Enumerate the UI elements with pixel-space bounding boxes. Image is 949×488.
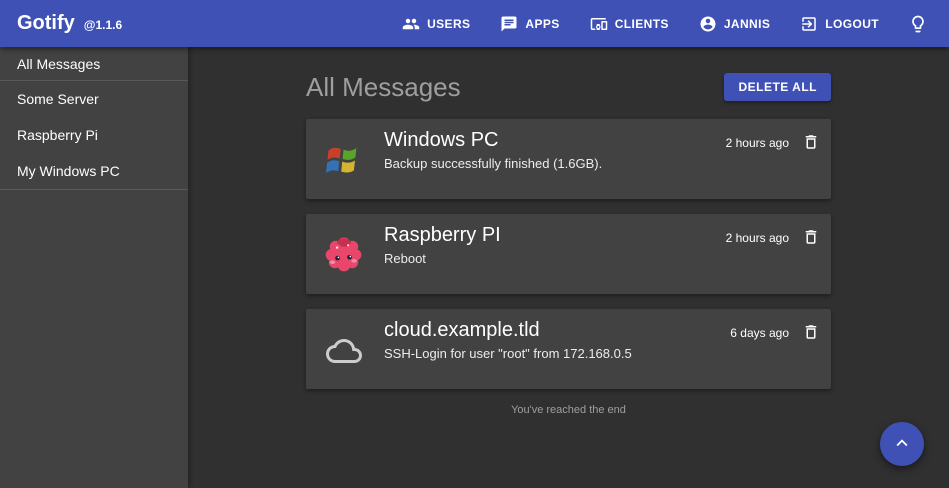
trash-icon [802,228,820,249]
trash-icon [802,133,820,154]
delete-message-button[interactable] [801,323,821,343]
message-text-block: cloud.example.tld SSH-Login for user "ro… [384,318,632,363]
message-card-windows-pc: Windows PC Backup successfully finished … [306,119,831,199]
nav-logout[interactable]: LOGOUT [800,15,879,33]
top-app-bar: Gotify @1.1.6 USERS APPS CLIENTS JANNIS … [0,0,949,47]
theme-toggle-button[interactable] [905,11,931,37]
delete-message-button[interactable] [801,133,821,153]
sidebar-item-some-server[interactable]: Some Server [0,81,188,117]
chevron-up-icon [891,432,913,457]
message-card-raspberry-pi: Raspberry PI Reboot 2 hours ago [306,214,831,294]
cloud-icon [322,327,366,371]
sidebar-item-label: My Windows PC [17,163,120,179]
end-of-list-text: You've reached the end [306,404,831,416]
message-title: cloud.example.tld [384,318,632,343]
brand: Gotify @1.1.6 [17,12,122,35]
windows-logo-icon [322,137,366,181]
sidebar-divider [0,189,188,190]
message-text-block: Raspberry PI Reboot [384,223,501,268]
sidebar-item-all-messages[interactable]: All Messages [0,47,188,80]
raspberry-icon [322,232,366,276]
logout-icon [800,15,818,33]
sidebar-item-label: Raspberry Pi [17,127,98,143]
sidebar-item-label: Some Server [17,91,99,107]
sidebar-item-my-windows-pc[interactable]: My Windows PC [0,153,188,189]
nav-user-label: JANNIS [724,17,770,31]
delete-all-button[interactable]: DELETE ALL [724,73,831,101]
lightbulb-icon [908,14,928,34]
app-title: Gotify [17,12,75,35]
message-title: Raspberry PI [384,223,501,248]
message-body: Backup successfully finished (1.6GB). [384,155,602,173]
message-title: Windows PC [384,128,602,153]
message-meta: 2 hours ago [726,133,821,153]
nav-logout-label: LOGOUT [825,17,879,31]
message-timestamp: 6 days ago [730,326,789,340]
nav-users-label: USERS [427,17,470,31]
trash-icon [802,323,820,344]
message-timestamp: 2 hours ago [726,231,789,245]
sidebar: All Messages Some Server Raspberry Pi My… [0,47,188,488]
chat-icon [500,15,518,33]
message-body: SSH-Login for user "root" from 172.168.0… [384,345,632,363]
app-version: @1.1.6 [84,18,122,32]
message-text-block: Windows PC Backup successfully finished … [384,128,602,173]
message-card-cloud: cloud.example.tld SSH-Login for user "ro… [306,309,831,389]
scroll-to-top-button[interactable] [880,422,924,466]
sidebar-item-label: All Messages [17,56,100,72]
main-header: All Messages DELETE ALL [306,71,831,103]
nav-apps[interactable]: APPS [500,15,559,33]
page-title: All Messages [306,72,461,103]
message-body: Reboot [384,250,501,268]
nav-clients[interactable]: CLIENTS [590,15,669,33]
nav-apps-label: APPS [525,17,559,31]
delete-message-button[interactable] [801,228,821,248]
devices-icon [590,15,608,33]
nav-clients-label: CLIENTS [615,17,669,31]
users-icon [402,15,420,33]
message-meta: 6 days ago [730,323,821,343]
sidebar-item-raspberry-pi[interactable]: Raspberry Pi [0,117,188,153]
nav-user-account[interactable]: JANNIS [699,15,770,33]
top-nav: USERS APPS CLIENTS JANNIS LOGOUT [372,11,931,37]
nav-users[interactable]: USERS [402,15,470,33]
account-circle-icon [699,15,717,33]
message-meta: 2 hours ago [726,228,821,248]
main-content: All Messages DELETE ALL Windows PC Backu… [188,47,949,488]
message-timestamp: 2 hours ago [726,136,789,150]
